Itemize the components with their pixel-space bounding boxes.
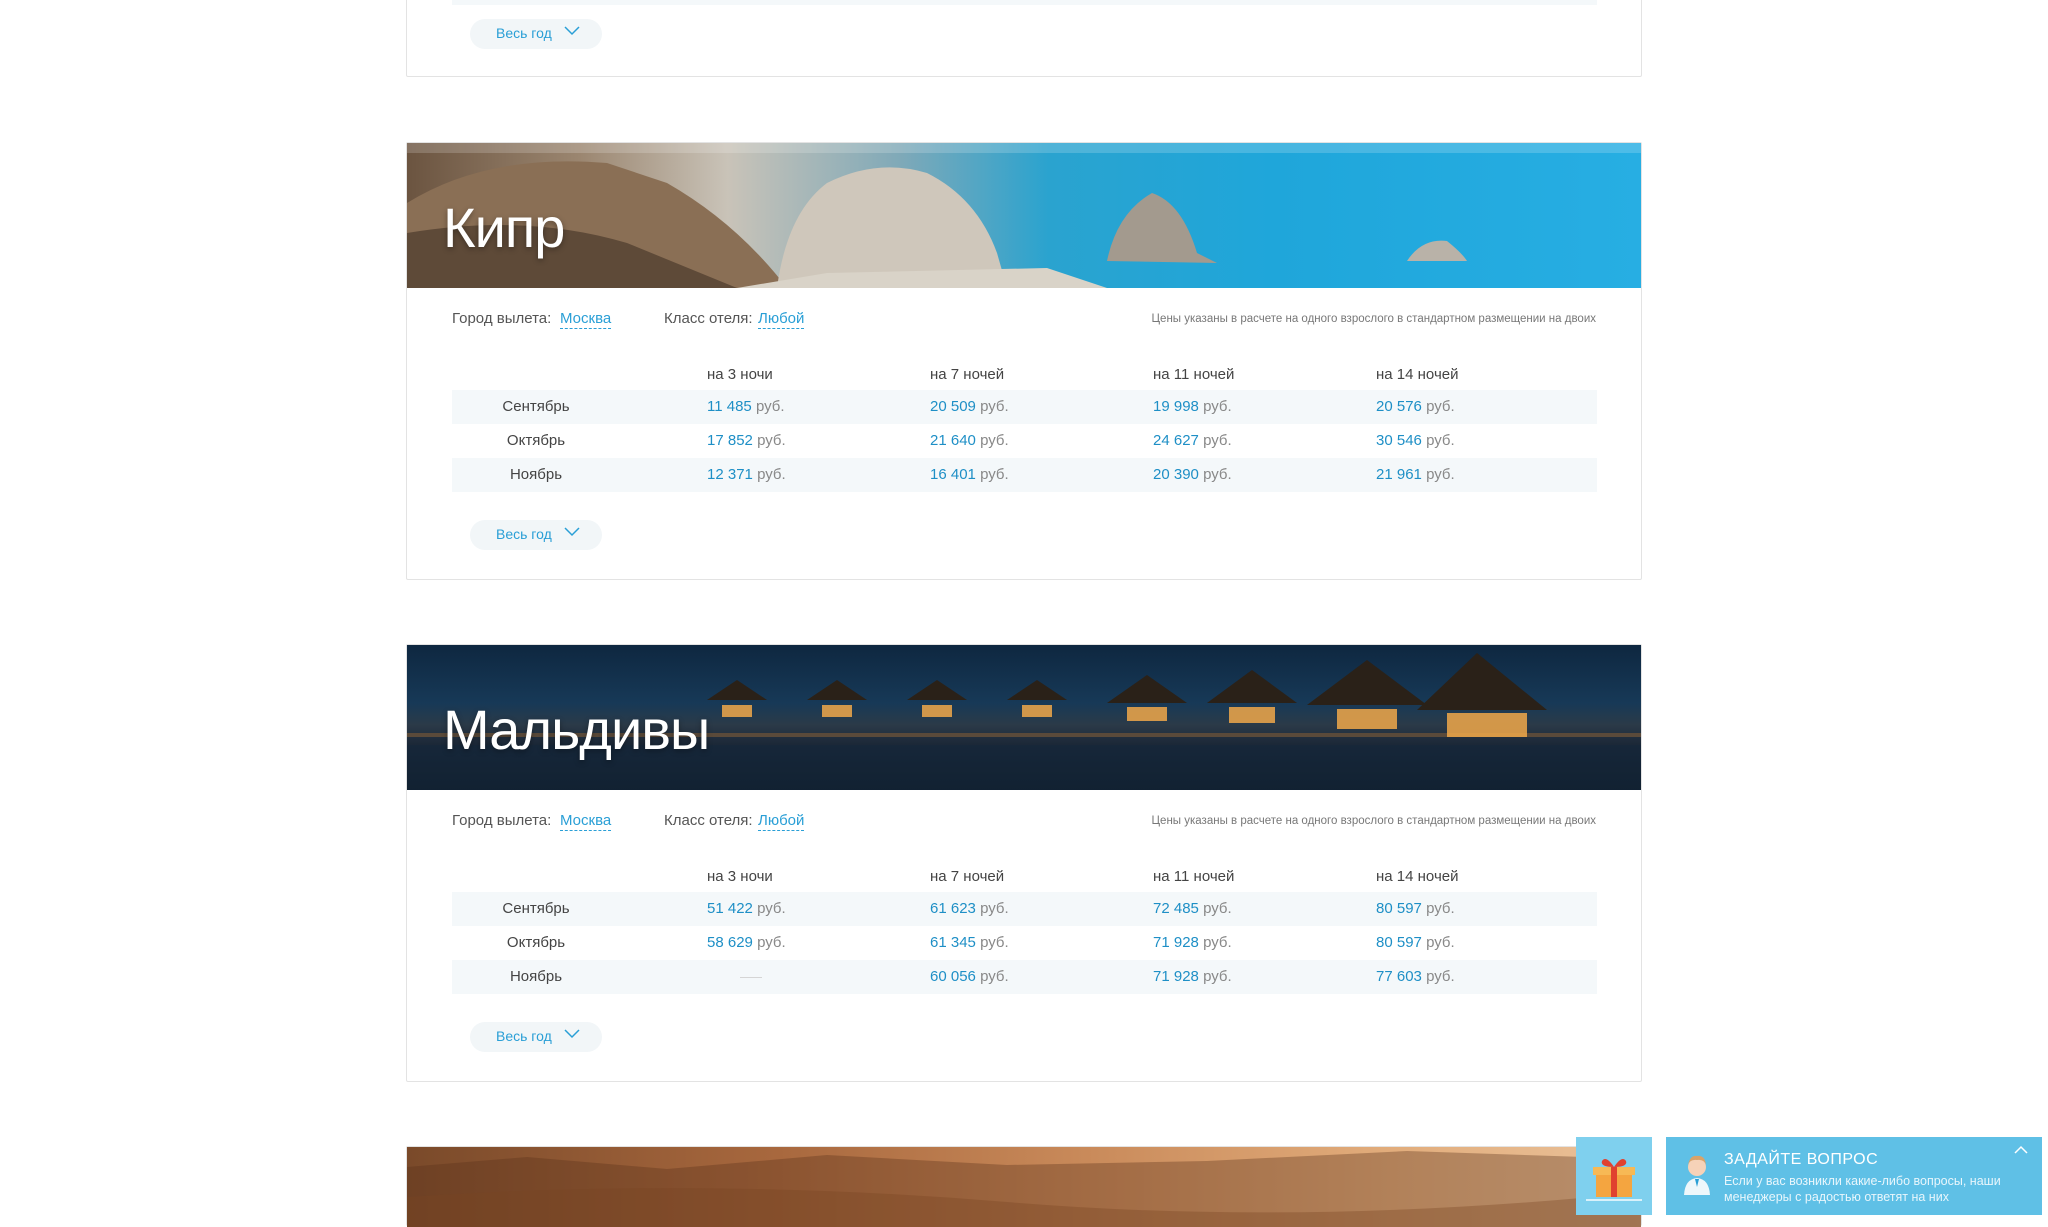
chevron-down-icon — [564, 1029, 580, 1039]
widget-title: ЗАДАЙТЕ ВОПРОС — [1724, 1151, 1879, 1168]
chevron-up-icon[interactable] — [2014, 1145, 2028, 1154]
price-cell[interactable]: 77 603 руб. — [1376, 968, 1455, 985]
price-cell[interactable]: 30 546 руб. — [1376, 432, 1455, 449]
full-year-label: Весь год — [496, 25, 552, 41]
price-cell[interactable]: 21 640 руб. — [930, 432, 1009, 449]
manager-avatar-icon — [1684, 1155, 1710, 1195]
price-cell[interactable]: 11 485 руб. — [707, 398, 785, 415]
column-header: на 3 ночи — [707, 868, 773, 885]
month-label: Октябрь — [506, 934, 566, 951]
destination-title: Мальдивы — [443, 698, 710, 761]
chevron-down-icon — [564, 527, 580, 537]
month-label: Октябрь — [506, 432, 566, 449]
price-note: Цены указаны в расчете на одного взросло… — [1151, 815, 1596, 827]
coast-illustration — [407, 143, 1641, 288]
destination-card-cyprus: Кипр Город вылета: Москва Класс отеля: Л… — [406, 142, 1642, 580]
price-cell[interactable]: 80 597 руб. — [1376, 934, 1455, 951]
destination-title: Кипр — [443, 196, 565, 259]
price-cell[interactable]: 71 928 руб. — [1153, 934, 1232, 951]
table-row-partial — [452, 0, 1597, 5]
price-cell[interactable]: 71 928 руб. — [1153, 968, 1232, 985]
hotel-class-dropdown[interactable]: Любой — [758, 310, 805, 329]
price-cell[interactable]: 51 422 руб. — [707, 900, 786, 917]
table-row: Ноябрь 12 371 руб. 16 401 руб. 20 390 ру… — [452, 458, 1597, 492]
full-year-button[interactable]: Весь год — [470, 19, 602, 49]
table-header: на 3 ночи на 7 ночей на 11 ночей на 14 н… — [452, 348, 1597, 390]
column-header: на 7 ночей — [930, 868, 1005, 885]
table-header: на 3 ночи на 7 ночей на 11 ночей на 14 н… — [452, 850, 1597, 892]
city-dropdown[interactable]: Москва — [560, 310, 612, 329]
desert-illustration — [407, 1151, 1641, 1227]
column-header: на 11 ночей — [1153, 366, 1235, 383]
destination-card-next — [406, 1146, 1642, 1227]
full-year-button[interactable]: Весь год — [470, 1022, 602, 1052]
price-cell[interactable]: 21 961 руб. — [1376, 466, 1455, 483]
no-price-dash — [740, 977, 762, 978]
price-cell[interactable]: 19 998 руб. — [1153, 398, 1232, 415]
price-note: Цены указаны в расчете на одного взросло… — [1151, 313, 1596, 325]
filters-bar: Город вылета: Москва Класс отеля: Любой … — [407, 790, 1641, 850]
table-row: Октябрь 58 629 руб. 61 345 руб. 71 928 р… — [452, 926, 1597, 960]
table-row: Ноябрь 60 056 руб. 71 928 руб. 77 603 ру… — [452, 960, 1597, 994]
column-header: на 11 ночей — [1153, 868, 1235, 885]
destination-hero-image — [407, 1147, 1641, 1227]
price-cell[interactable]: 24 627 руб. — [1153, 432, 1232, 449]
column-header: на 14 ночей — [1376, 366, 1459, 383]
hotel-class-dropdown[interactable]: Любой — [758, 812, 805, 831]
price-cell[interactable]: 17 852 руб. — [707, 432, 786, 449]
price-table: на 3 ночи на 7 ночей на 11 ночей на 14 н… — [452, 850, 1597, 994]
price-cell[interactable]: 20 576 руб. — [1376, 398, 1455, 415]
table-row: Сентябрь 51 422 руб. 61 623 руб. 72 485 … — [452, 892, 1597, 926]
price-cell[interactable]: 20 390 руб. — [1153, 466, 1232, 483]
city-label: Город вылета: — [452, 812, 552, 829]
price-cell[interactable]: 12 371 руб. — [707, 466, 786, 483]
full-year-label: Весь год — [496, 526, 552, 542]
column-header: на 3 ночи — [707, 366, 773, 383]
column-header: на 14 ночей — [1376, 868, 1459, 885]
widget-text: Если у вас возникли какие-либо вопросы, … — [1724, 1174, 2001, 1204]
table-row: Сентябрь 11 485 руб. 20 509 руб. 19 998 … — [452, 390, 1597, 424]
full-year-label: Весь год — [496, 1028, 552, 1044]
city-dropdown[interactable]: Москва — [560, 812, 612, 831]
hotel-class-label: Класс отеля: — [664, 812, 753, 829]
month-label: Сентябрь — [502, 398, 570, 415]
price-cell[interactable]: 60 056 руб. — [930, 968, 1009, 985]
price-cell[interactable]: 80 597 руб. — [1376, 900, 1455, 917]
month-label: Сентябрь — [502, 900, 570, 917]
price-cell[interactable]: 72 485 руб. — [1153, 900, 1232, 917]
price-table: на 3 ночи на 7 ночей на 11 ночей на 14 н… — [452, 348, 1597, 492]
filters-bar: Город вылета: Москва Класс отеля: Любой … — [407, 288, 1641, 348]
hotel-class-label: Класс отеля: — [664, 310, 753, 327]
destination-hero-image: Кипр — [407, 143, 1641, 288]
gift-icon — [1586, 1159, 1642, 1201]
month-label: Ноябрь — [509, 466, 563, 483]
ask-question-widget[interactable]: ЗАДАЙТЕ ВОПРОС Если у вас возникли какие… — [1666, 1137, 2042, 1215]
destination-hero-image: Мальдивы — [407, 645, 1641, 790]
city-label: Город вылета: — [452, 310, 552, 327]
price-cell[interactable]: 20 509 руб. — [930, 398, 1009, 415]
month-label: Ноябрь — [509, 968, 563, 985]
price-cell[interactable]: 58 629 руб. — [707, 934, 786, 951]
price-cell[interactable]: 61 623 руб. — [930, 900, 1009, 917]
chevron-down-icon — [564, 26, 580, 36]
gift-button[interactable] — [1576, 1137, 1652, 1215]
destination-card-previous: Весь год — [406, 0, 1642, 77]
price-cell[interactable]: 61 345 руб. — [930, 934, 1009, 951]
full-year-button[interactable]: Весь год — [470, 520, 602, 550]
column-header: на 7 ночей — [930, 366, 1005, 383]
destination-card-maldives: Мальдивы Город вылета: Москва Класс отел… — [406, 644, 1642, 1082]
table-row: Октябрь 17 852 руб. 21 640 руб. 24 627 р… — [452, 424, 1597, 458]
price-cell[interactable]: 16 401 руб. — [930, 466, 1009, 483]
